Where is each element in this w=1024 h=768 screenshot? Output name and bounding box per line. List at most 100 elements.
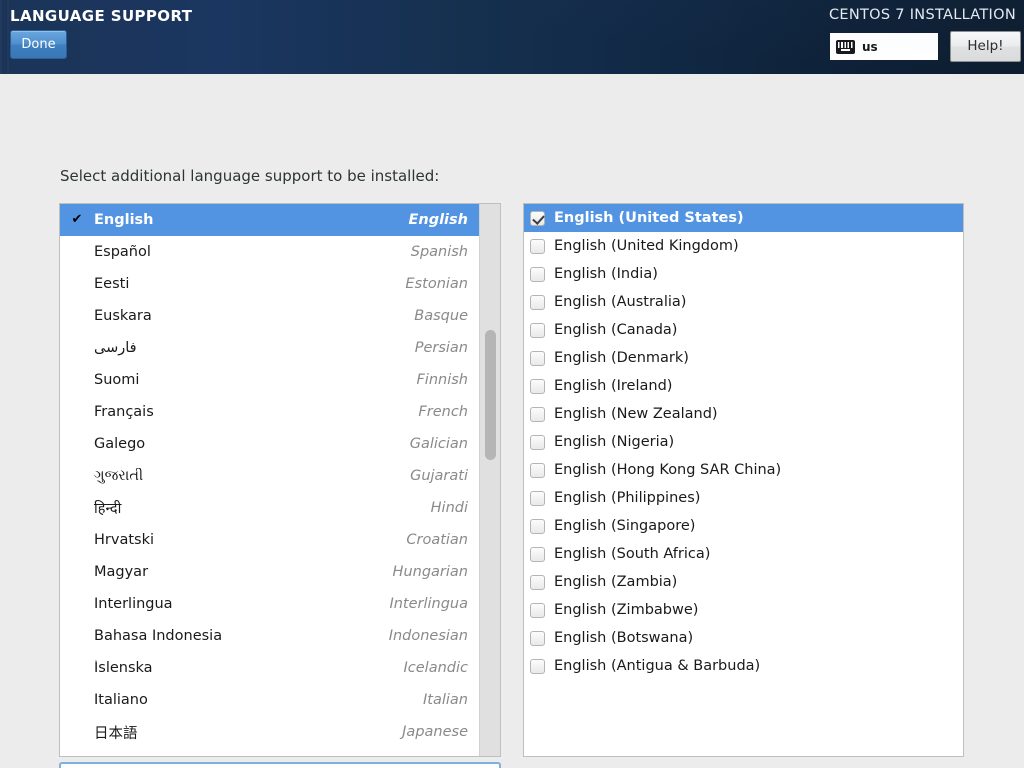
locale-label: English (Ireland): [554, 378, 672, 394]
locale-label: English (Zimbabwe): [554, 602, 698, 618]
locale-label: English (Nigeria): [554, 434, 674, 450]
locale-list[interactable]: English (United States)English (United K…: [524, 204, 963, 680]
locale-checkbox[interactable]: [530, 295, 545, 310]
locale-row[interactable]: English (Canada): [524, 316, 963, 344]
locale-checkbox[interactable]: [530, 351, 545, 366]
installer-header: LANGUAGE SUPPORT Done CENTOS 7 INSTALLAT…: [0, 0, 1024, 74]
language-row[interactable]: ÍslenskaIcelandic: [60, 652, 480, 684]
language-row[interactable]: ItalianoItalian: [60, 684, 480, 716]
language-native-name: Galego: [94, 436, 410, 452]
locale-label: English (Antigua & Barbuda): [554, 658, 760, 674]
locale-row[interactable]: English (Denmark): [524, 344, 963, 372]
locale-row[interactable]: English (Antigua & Barbuda): [524, 652, 963, 680]
locale-row[interactable]: English (India): [524, 260, 963, 288]
language-row[interactable]: HrvatskiCroatian: [60, 524, 480, 556]
keyboard-icon: [836, 40, 855, 54]
locale-checkbox[interactable]: [530, 435, 545, 450]
locale-row[interactable]: English (United States): [524, 204, 963, 232]
page-title: LANGUAGE SUPPORT: [10, 7, 192, 25]
language-english-name: Hungarian: [393, 564, 480, 580]
keyboard-layout-indicator[interactable]: us: [830, 33, 938, 60]
locale-label: English (Hong Kong SAR China): [554, 462, 781, 478]
locale-row[interactable]: English (Ireland): [524, 372, 963, 400]
language-row[interactable]: Bahasa IndonesiaIndonesian: [60, 620, 480, 652]
locale-checkbox[interactable]: [530, 659, 545, 674]
language-english-name: Croatian: [406, 532, 480, 548]
locale-row[interactable]: English (South Africa): [524, 540, 963, 568]
language-native-name: Français: [94, 404, 418, 420]
language-checkmark-icon: ✔: [60, 204, 94, 236]
locale-checkbox[interactable]: [530, 631, 545, 646]
language-english-name: Icelandic: [404, 660, 480, 676]
locale-checkbox[interactable]: [530, 267, 545, 282]
language-list[interactable]: ✔EnglishEnglish❯EspañolSpanishEestiEston…: [60, 204, 480, 756]
locale-checkbox-checked[interactable]: [530, 211, 545, 226]
language-row[interactable]: EspañolSpanish: [60, 236, 480, 268]
locale-row[interactable]: English (United Kingdom): [524, 232, 963, 260]
locale-label: English (New Zealand): [554, 406, 718, 422]
language-native-name: 日本語: [94, 722, 402, 743]
language-native-name: Magyar: [94, 564, 393, 580]
language-native-name: Italiano: [94, 692, 423, 708]
language-native-name: Hrvatski: [94, 532, 406, 548]
locale-row[interactable]: English (Hong Kong SAR China): [524, 456, 963, 484]
installation-label: CENTOS 7 INSTALLATION: [829, 7, 1016, 23]
language-row[interactable]: InterlinguaInterlingua: [60, 588, 480, 620]
locale-checkbox[interactable]: [530, 519, 545, 534]
language-english-name: Galician: [410, 436, 480, 452]
language-list-scroll-thumb[interactable]: [485, 330, 496, 460]
done-button[interactable]: Done: [10, 30, 67, 59]
locale-checkbox[interactable]: [530, 379, 545, 394]
language-native-name: Eesti: [94, 276, 405, 292]
language-native-name: English: [94, 212, 408, 228]
search-input[interactable]: [68, 764, 475, 768]
language-row[interactable]: हिन्दीHindi: [60, 492, 480, 524]
locale-checkbox[interactable]: [530, 463, 545, 478]
locale-label: English (Canada): [554, 322, 677, 338]
locale-label: English (Denmark): [554, 350, 689, 366]
language-list-scrollbar[interactable]: [479, 204, 500, 756]
language-row[interactable]: EuskaraBasque: [60, 300, 480, 332]
locale-label: English (Zambia): [554, 574, 677, 590]
locale-label: English (Botswana): [554, 630, 693, 646]
locale-row[interactable]: English (Nigeria): [524, 428, 963, 456]
locale-checkbox[interactable]: [530, 407, 545, 422]
language-native-name: Suomi: [94, 372, 416, 388]
help-button[interactable]: Help!: [950, 31, 1021, 62]
language-native-name: Español: [94, 244, 411, 260]
locale-row[interactable]: English (Zimbabwe): [524, 596, 963, 624]
locale-list-panel: English (United States)English (United K…: [523, 203, 964, 757]
language-row[interactable]: ગુજરાતીGujarati: [60, 460, 480, 492]
language-row[interactable]: GalegoGalician: [60, 428, 480, 460]
language-native-name: ગુજરાતી: [94, 468, 410, 484]
language-english-name: Spanish: [411, 244, 480, 260]
locale-row[interactable]: English (Philippines): [524, 484, 963, 512]
language-english-name: French: [418, 404, 480, 420]
locale-row[interactable]: English (Singapore): [524, 512, 963, 540]
locale-checkbox[interactable]: [530, 547, 545, 562]
locale-row[interactable]: English (Zambia): [524, 568, 963, 596]
language-row[interactable]: SuomiFinnish: [60, 364, 480, 396]
language-row[interactable]: FrançaisFrench: [60, 396, 480, 428]
language-english-name: Hindi: [431, 500, 480, 516]
language-english-name: Persian: [415, 340, 480, 356]
locale-row[interactable]: English (Australia): [524, 288, 963, 316]
language-native-name: Euskara: [94, 308, 414, 324]
keyboard-layout-code: us: [862, 40, 878, 54]
locale-checkbox[interactable]: [530, 239, 545, 254]
language-native-name: Íslenska: [94, 660, 404, 676]
language-row[interactable]: فارسیPersian: [60, 332, 480, 364]
locale-checkbox[interactable]: [530, 603, 545, 618]
locale-row[interactable]: English (New Zealand): [524, 400, 963, 428]
language-english-name: Japanese: [402, 724, 480, 740]
locale-checkbox[interactable]: [530, 323, 545, 338]
language-search-box[interactable]: [59, 762, 501, 768]
language-row[interactable]: EestiEstonian: [60, 268, 480, 300]
locale-checkbox[interactable]: [530, 575, 545, 590]
locale-checkbox[interactable]: [530, 491, 545, 506]
language-row[interactable]: ✔EnglishEnglish❯: [60, 204, 480, 236]
locale-row[interactable]: English (Botswana): [524, 624, 963, 652]
language-english-name: Italian: [423, 692, 480, 708]
language-row[interactable]: 日本語Japanese: [60, 716, 480, 748]
language-row[interactable]: MagyarHungarian: [60, 556, 480, 588]
